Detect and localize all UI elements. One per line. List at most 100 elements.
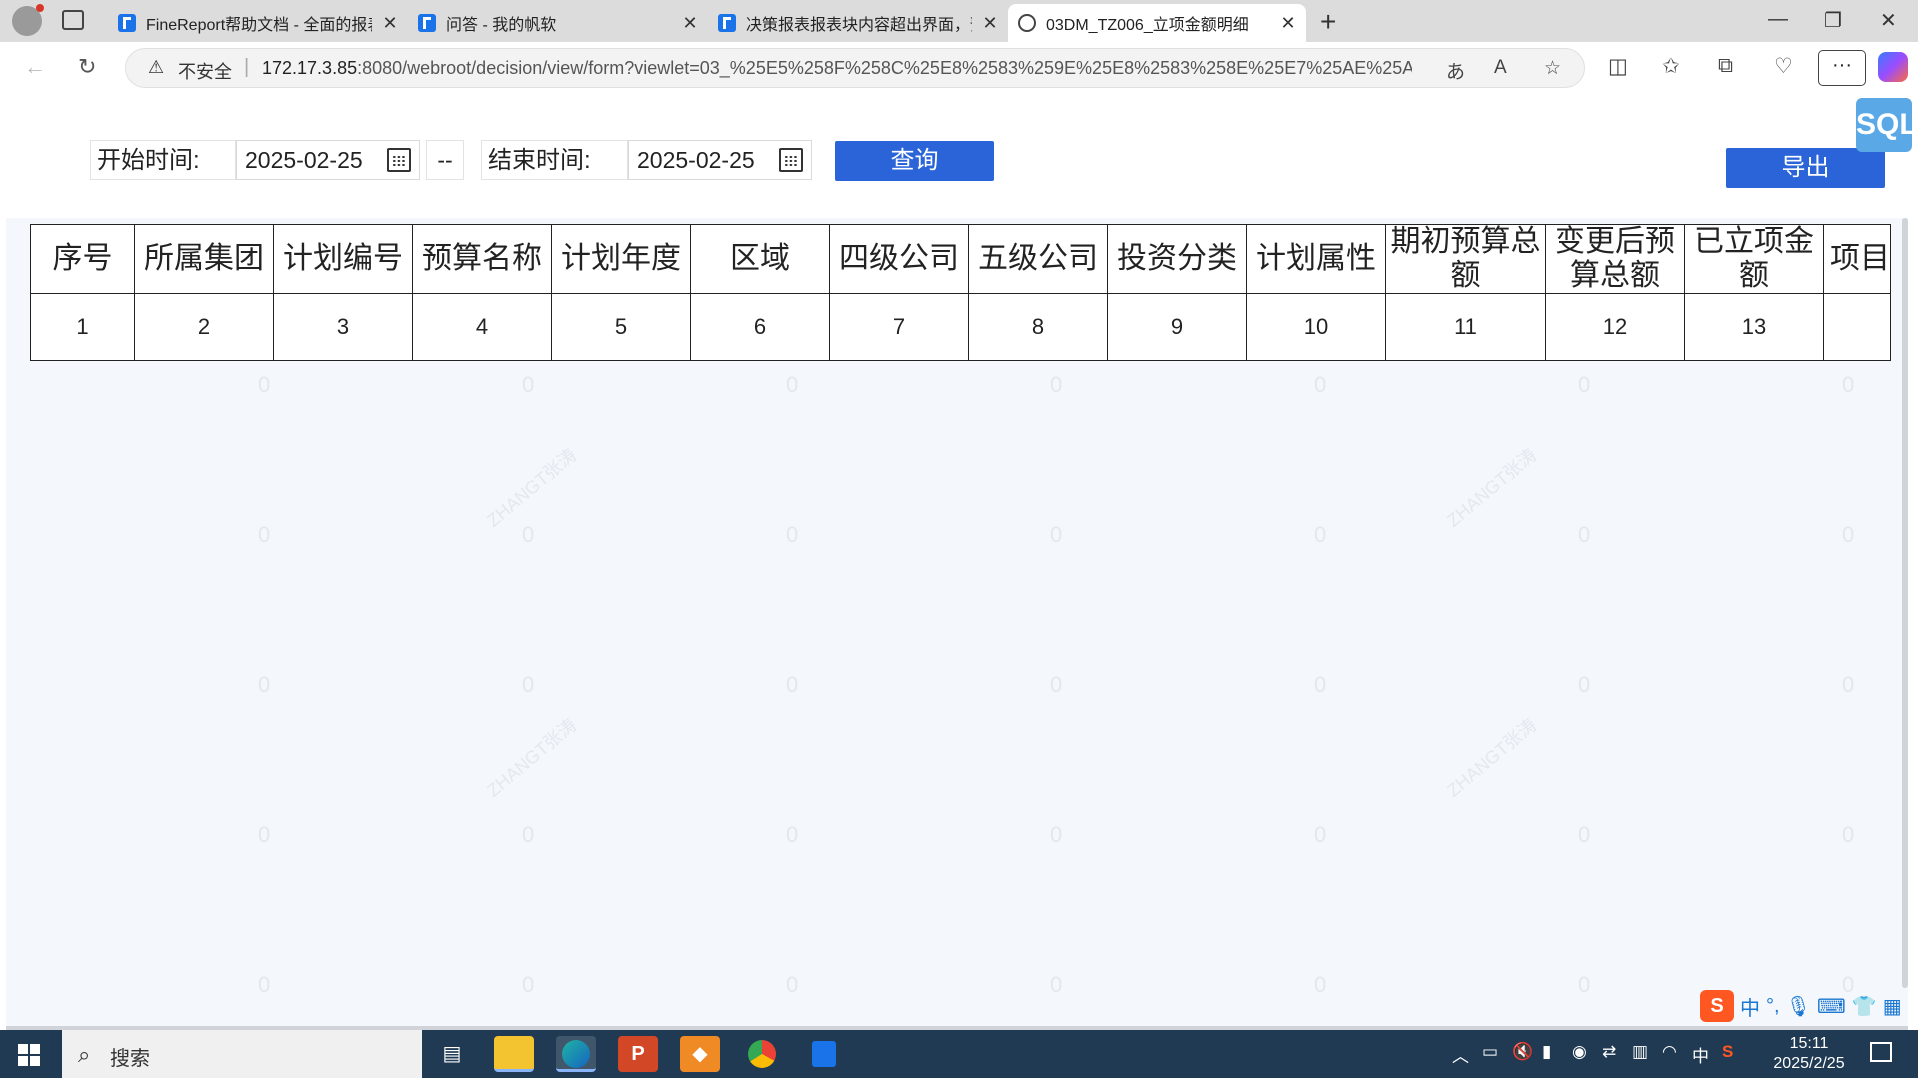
chrome-icon[interactable] bbox=[742, 1036, 782, 1072]
clock-date: 2025/2/25 bbox=[1773, 1055, 1845, 1072]
ime-mode[interactable]: 中 bbox=[1740, 992, 1760, 1021]
input-language[interactable]: 中 bbox=[1692, 1042, 1709, 1067]
calendar-icon[interactable] bbox=[387, 148, 411, 172]
close-tab-icon[interactable]: ✕ bbox=[382, 13, 398, 34]
watermark-digit: 0 bbox=[258, 672, 271, 697]
skin-icon[interactable]: 👕 bbox=[1852, 994, 1877, 1019]
pdf-app-icon[interactable]: ◆ bbox=[680, 1036, 720, 1072]
favorite-star-icon[interactable]: ☆ bbox=[1544, 57, 1561, 80]
warning-triangle-icon: ⚠ bbox=[148, 57, 165, 77]
minimize-window-icon[interactable]: — bbox=[1768, 8, 1788, 31]
meter-icon[interactable]: ▥ bbox=[1632, 1042, 1648, 1062]
translate-icon[interactable]: あ bbox=[1446, 57, 1465, 84]
table-header-cell: 预算名称 bbox=[412, 224, 552, 294]
close-window-icon[interactable]: ✕ bbox=[1880, 8, 1897, 33]
taskbar-search[interactable]: ⌕ 搜索 bbox=[62, 1030, 422, 1078]
watermark-digit: 0 bbox=[786, 972, 799, 997]
sync-icon[interactable]: ⇄ bbox=[1602, 1042, 1616, 1062]
table-header-cell: 五级公司 bbox=[968, 224, 1108, 294]
table-header-cell: 区域 bbox=[690, 224, 830, 294]
keyboard-icon[interactable]: ⌨ bbox=[1817, 994, 1846, 1019]
watermark-digit: 0 bbox=[522, 672, 535, 697]
table-header-cell: 计划年度 bbox=[551, 224, 691, 294]
system-clock[interactable]: 15:11 2025/2/25 bbox=[1764, 1034, 1854, 1074]
windows-start-icon[interactable] bbox=[18, 1044, 40, 1066]
windows-taskbar: ⌕ 搜索 ▤ P ◆ ︿ ▭ 🔇 ▮ ◉ ⇄ ▥ ◠ 中 S 15:11 202… bbox=[0, 1030, 1918, 1078]
tab-actions-icon[interactable] bbox=[62, 10, 84, 30]
finereport-designer-icon[interactable] bbox=[804, 1036, 844, 1072]
back-arrow-icon[interactable]: ← bbox=[24, 54, 46, 80]
wifi-icon[interactable]: ◠ bbox=[1662, 1042, 1677, 1062]
watermark-text: ZHANGT张涛 bbox=[483, 714, 581, 801]
browser-tab-active-report[interactable]: 03DM_TZ006_立项金额明细 ✕ bbox=[1008, 4, 1306, 42]
sogou-ime-icon[interactable]: S bbox=[1700, 990, 1734, 1022]
battery-icon[interactable]: ▭ bbox=[1482, 1042, 1498, 1062]
microphone-icon[interactable]: 🎙 bbox=[1786, 994, 1811, 1019]
browser-tab-qa[interactable]: 问答 - 我的帆软 ✕ bbox=[408, 4, 708, 42]
table-cell: 10 bbox=[1246, 293, 1386, 361]
show-hidden-icons-icon[interactable]: ︿ bbox=[1452, 1042, 1469, 1067]
browser-toolbar: ← ↻ ⚠ 不安全 | 172.17.3.85:8080/webroot/dec… bbox=[0, 42, 1918, 94]
ime-toolbar[interactable]: S 中 °, 🎙 ⌨ 👕 ▦ bbox=[1700, 990, 1902, 1022]
start-date-field[interactable]: 2025-02-25 bbox=[236, 140, 420, 180]
export-button[interactable]: 导出 bbox=[1726, 148, 1885, 188]
watermark-digit: 0 bbox=[1314, 372, 1327, 397]
new-tab-button[interactable]: + bbox=[1320, 6, 1336, 38]
watermark-digit: 0 bbox=[1842, 672, 1855, 697]
calendar-icon[interactable] bbox=[779, 148, 803, 172]
notification-center-icon[interactable] bbox=[1870, 1042, 1892, 1062]
edge-browser-icon[interactable] bbox=[556, 1036, 596, 1072]
url-text[interactable]: 172.17.3.85:8080/webroot/decision/view/f… bbox=[262, 58, 1412, 79]
close-tab-icon[interactable]: ✕ bbox=[1280, 13, 1296, 34]
favorites-icon[interactable]: ✩ bbox=[1662, 54, 1680, 79]
vertical-scrollbar[interactable] bbox=[1902, 218, 1908, 988]
end-date-value: 2025-02-25 bbox=[637, 147, 755, 173]
file-explorer-icon[interactable] bbox=[494, 1036, 534, 1072]
sogou-tray-icon[interactable]: S bbox=[1722, 1042, 1733, 1062]
more-menu-button[interactable]: ··· bbox=[1818, 50, 1866, 86]
watermark-digit: 0 bbox=[786, 672, 799, 697]
table-cell: 11 bbox=[1385, 293, 1546, 361]
bookmark-icon[interactable]: ▮ bbox=[1542, 1042, 1551, 1062]
split-screen-icon[interactable]: ◫ bbox=[1608, 54, 1628, 79]
end-date-field[interactable]: 2025-02-25 bbox=[628, 140, 812, 180]
watermark-digit: 0 bbox=[1842, 522, 1855, 547]
insecure-label: 不安全 bbox=[178, 62, 232, 82]
watermark-digit: 0 bbox=[522, 972, 535, 997]
table-row: 1 2 3 4 5 6 7 8 9 10 11 12 13 bbox=[30, 293, 1891, 361]
browser-essentials-icon[interactable]: ♡ bbox=[1774, 54, 1793, 79]
table-cell: 2 bbox=[134, 293, 274, 361]
finereport-favicon-icon bbox=[418, 14, 436, 32]
sql-badge[interactable]: SQL bbox=[1856, 98, 1918, 152]
volume-muted-icon[interactable]: 🔇 bbox=[1512, 1042, 1533, 1062]
browser-tab-finereport-docs[interactable]: FineReport帮助文档 - 全面的报表 ✕ bbox=[108, 4, 408, 42]
address-bar[interactable]: ⚠ 不安全 | 172.17.3.85:8080/webroot/decisio… bbox=[125, 48, 1585, 88]
table-header-cell: 所属集团 bbox=[134, 224, 274, 294]
table-header-cell: 四级公司 bbox=[829, 224, 969, 294]
close-tab-icon[interactable]: ✕ bbox=[682, 13, 698, 34]
read-aloud-icon[interactable]: A bbox=[1494, 57, 1507, 79]
powerpoint-icon[interactable]: P bbox=[618, 1036, 658, 1072]
url-host: 172.17.3.85 bbox=[262, 58, 358, 78]
profile-avatar-icon[interactable] bbox=[12, 4, 44, 36]
toolbox-icon[interactable]: ▦ bbox=[1883, 994, 1902, 1019]
watermark-digit: 0 bbox=[1842, 372, 1855, 397]
restore-window-icon[interactable]: ❐ bbox=[1824, 8, 1842, 33]
security-icon[interactable]: ◉ bbox=[1572, 1042, 1587, 1062]
watermark-digit: 0 bbox=[1842, 822, 1855, 847]
refresh-icon[interactable]: ↻ bbox=[78, 54, 96, 80]
table-cell: 9 bbox=[1107, 293, 1247, 361]
browser-tab-decision-report[interactable]: 决策报表报表块内容超出界面，预 ✕ bbox=[708, 4, 1008, 42]
table-header-cell: 计划属性 bbox=[1246, 224, 1386, 294]
watermark-digit: 0 bbox=[786, 372, 799, 397]
copilot-icon[interactable] bbox=[1878, 52, 1908, 82]
clock-time: 15:11 bbox=[1789, 1035, 1829, 1052]
tab-title: 决策报表报表块内容超出界面，预 bbox=[746, 17, 972, 34]
date-range-separator: -- bbox=[426, 140, 464, 180]
task-view-icon[interactable]: ▤ bbox=[432, 1036, 472, 1072]
query-button[interactable]: 查询 bbox=[835, 141, 994, 181]
ime-punctuation[interactable]: °, bbox=[1766, 995, 1780, 1018]
collections-icon[interactable]: ⧉ bbox=[1718, 54, 1733, 78]
close-tab-icon[interactable]: ✕ bbox=[982, 13, 998, 34]
table-cell: 4 bbox=[412, 293, 552, 361]
